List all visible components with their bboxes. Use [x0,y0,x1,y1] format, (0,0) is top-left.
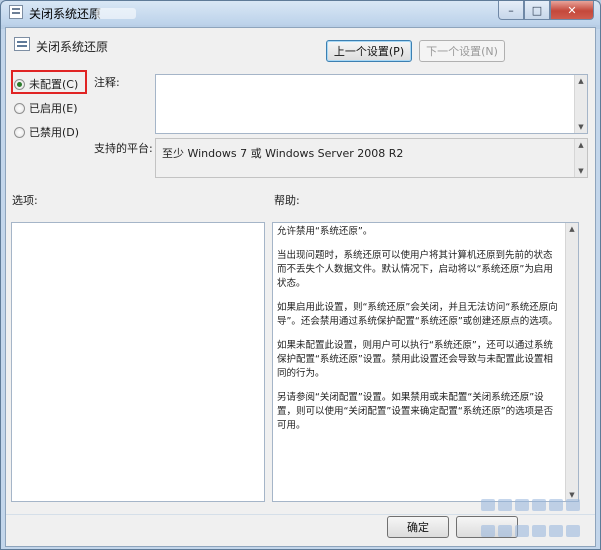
watermark-logo [481,499,591,547]
help-label: 帮助: [274,194,300,207]
title-blur [96,8,136,19]
ok-button[interactable]: 确定 [387,516,449,538]
scroll-up-icon[interactable]: ▲ [575,139,587,151]
setting-icon [14,37,30,51]
next-setting-button[interactable]: 下一个设置(N) [419,40,505,62]
scroll-down-icon[interactable]: ▼ [575,121,587,133]
help-paragraph: 如果启用此设置，则“系统还原”会关闭，并且无法访问“系统还原向导”。还会禁用通过… [277,302,558,327]
scroll-up-icon[interactable]: ▲ [575,75,587,87]
close-button[interactable]: ✕ [550,1,594,20]
comment-scrollbar[interactable]: ▲ ▼ [574,75,587,133]
comment-field[interactable]: ▲ ▼ [155,74,588,134]
title-bar[interactable]: 关闭系统还原 – □ ✕ [1,1,600,25]
platform-scrollbar[interactable]: ▲ ▼ [574,139,587,177]
scroll-up-icon[interactable]: ▲ [566,223,578,235]
radio-button[interactable] [14,78,25,90]
policy-icon [9,5,23,19]
help-scrollbar[interactable]: ▲ ▼ [565,223,578,501]
radio-label: 已启用(E) [29,102,78,115]
help-paragraph: 允许禁用“系统还原”。 [277,226,373,237]
platform-value: 至少 Windows 7 或 Windows Server 2008 R2 [162,147,404,160]
help-paragraph: 如果未配置此设置，则用户可以执行“系统还原”，还可以通过系统保护配置“系统还原”… [277,340,553,379]
previous-setting-button[interactable]: 上一个设置(P) [326,40,412,62]
help-paragraph: 当出现问题时，系统还原可以使用户将其计算机还原到先前的状态而不丢失个人数据文件。… [277,250,553,289]
dialog-client-area: 关闭系统还原 上一个设置(P) 下一个设置(N) 未配置(C) 已启用(E) 已… [5,27,596,547]
help-paragraph: 另请参阅“关闭配置”设置。如果禁用或未配置“关闭系统还原”设置，则可以使用“关闭… [277,392,554,431]
options-label: 选项: [12,194,38,207]
help-panel: 允许禁用“系统还原”。 当出现问题时，系统还原可以使用户将其计算机还原到先前的状… [272,222,579,502]
radio-button[interactable] [14,102,25,114]
maximize-button[interactable]: □ [524,1,550,20]
radio-button[interactable] [14,126,25,138]
minimize-button[interactable]: – [498,1,524,20]
radio-label: 未配置(C) [29,78,79,91]
platform-label: 支持的平台: [94,142,153,155]
radio-disabled[interactable]: 已禁用(D) [14,124,79,140]
comment-label: 注释: [94,76,120,89]
scroll-down-icon[interactable]: ▼ [575,165,587,177]
setting-title: 关闭系统还原 [36,40,109,54]
radio-label: 已禁用(D) [29,126,80,139]
radio-enabled[interactable]: 已启用(E) [14,100,78,116]
radio-not-configured[interactable]: 未配置(C) [14,76,78,92]
dialog-window: 关闭系统还原 – □ ✕ 关闭系统还原 上一个设置(P) 下一个设置(N) 未配… [0,0,601,550]
platform-field: 至少 Windows 7 或 Windows Server 2008 R2 ▲ … [155,138,588,178]
help-text: 允许禁用“系统还原”。 当出现问题时，系统还原可以使用户将其计算机还原到先前的状… [277,225,560,443]
options-panel [11,222,265,502]
window-title: 关闭系统还原 [29,7,102,21]
window-controls: – □ ✕ [498,1,594,20]
